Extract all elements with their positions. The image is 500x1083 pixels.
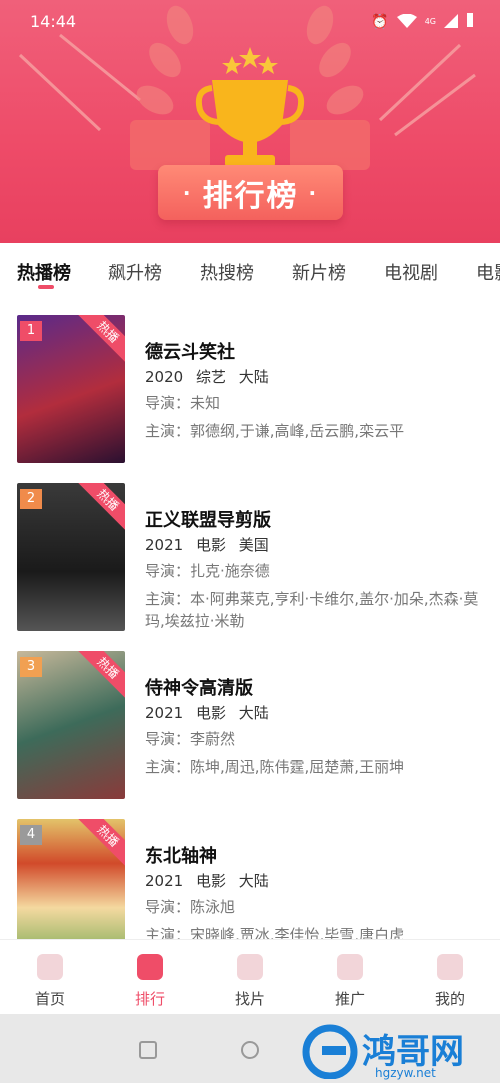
- item-year: 2020: [145, 368, 184, 386]
- item-title[interactable]: 正义联盟导剪版: [145, 506, 271, 532]
- tab-tv-series[interactable]: 电视剧: [384, 259, 438, 285]
- crown-icon: [137, 954, 163, 980]
- poster-image[interactable]: 1 热播: [17, 315, 125, 463]
- item-title[interactable]: 德云斗笑社: [145, 338, 235, 364]
- tab-hot-play[interactable]: 热播榜: [17, 259, 71, 285]
- item-cast: 主演：宋晓峰,贾冰,李佳怡,毕雪,唐白虎: [145, 926, 405, 939]
- watermark-logo-icon: [302, 1024, 358, 1079]
- hot-badge: 热播: [76, 483, 125, 532]
- banner-dot: ·: [182, 180, 193, 205]
- item-region: 美国: [238, 536, 269, 554]
- item-cast: 主演：郭德纲,于谦,高峰,岳云鹏,栾云平: [145, 422, 405, 440]
- list-item[interactable]: 3 热播 侍神令高清版 2021 电影 大陆 导演：李蔚然 主演：陈坤,周迅,陈…: [0, 634, 500, 799]
- poster-image[interactable]: 4 热播: [17, 819, 125, 939]
- watermark-url: hgzyw.net: [375, 1066, 436, 1080]
- home-icon: [37, 954, 63, 980]
- item-genre: 电影: [195, 536, 226, 554]
- nav-home[interactable]: 首页: [0, 940, 100, 1015]
- nav-label: 推广: [334, 990, 365, 1008]
- list-item[interactable]: 4 热播 东北轴神 2021 电影 大陆 导演：陈泳旭 主演：宋晓峰,贾冰,李佳…: [0, 802, 500, 939]
- hot-badge: 热播: [76, 651, 125, 700]
- item-region: 大陆: [238, 704, 269, 722]
- item-genre: 综艺: [195, 368, 226, 386]
- hero-header: 14:44 ⏰ 4G · 排行榜 ·: [0, 0, 500, 243]
- item-director: 导演：未知: [145, 394, 221, 412]
- item-year: 2021: [145, 872, 184, 890]
- tab-hot-search[interactable]: 热搜榜: [200, 259, 254, 285]
- rank-number: 1: [20, 321, 42, 341]
- recents-button[interactable]: [139, 1041, 157, 1059]
- wifi-icon: [396, 13, 417, 32]
- poster-image[interactable]: 3 热播: [17, 651, 125, 799]
- battery-icon: [466, 12, 474, 32]
- tab-movie[interactable]: 电影: [476, 259, 500, 285]
- nav-label: 我的: [434, 990, 465, 1008]
- poster-image[interactable]: 2 热播: [17, 483, 125, 631]
- rank-number: 2: [20, 489, 42, 509]
- status-time: 14:44: [30, 12, 77, 31]
- watermark: 鸿哥网 hgzyw.net: [300, 1024, 490, 1082]
- item-year: 2021: [145, 704, 184, 722]
- item-year: 2021: [145, 536, 184, 554]
- user-icon: [437, 954, 463, 980]
- hot-badge: 热播: [76, 819, 125, 868]
- network-type: 4G: [424, 17, 436, 26]
- rank-number: 4: [20, 825, 42, 845]
- bottom-nav: 首页 排行 找片 推广 我的: [0, 939, 500, 1014]
- nav-find[interactable]: 找片: [200, 940, 300, 1015]
- item-genre: 电影: [195, 704, 226, 722]
- item-title[interactable]: 东北轴神: [145, 842, 217, 868]
- ranking-tabs: 热播榜 飙升榜 热搜榜 新片榜 电视剧 电影: [0, 243, 500, 298]
- rank-number: 3: [20, 657, 42, 677]
- home-button[interactable]: [241, 1041, 259, 1059]
- ranking-banner: · 排行榜 ·: [158, 165, 343, 220]
- item-meta: 2021 电影 大陆: [145, 702, 277, 723]
- nav-ranking[interactable]: 排行: [100, 940, 200, 1015]
- signal-icon: [444, 13, 458, 32]
- banner-dot: ·: [308, 180, 319, 205]
- item-cast: 主演：本·阿弗莱克,亨利·卡维尔,盖尔·加朵,杰森·莫玛,埃兹拉·米勒: [145, 590, 479, 630]
- send-icon: [337, 954, 363, 980]
- tab-new[interactable]: 新片榜: [292, 259, 346, 285]
- item-region: 大陆: [238, 872, 269, 890]
- video-icon: [237, 954, 263, 980]
- item-director: 导演：陈泳旭: [145, 898, 236, 916]
- list-item[interactable]: 2 热播 正义联盟导剪版 2021 电影 美国 导演：扎克·施奈德 主演：本·阿…: [0, 466, 500, 631]
- item-meta: 2021 电影 美国: [145, 534, 277, 555]
- item-region: 大陆: [238, 368, 269, 386]
- nav-label: 找片: [234, 990, 265, 1008]
- item-meta: 2021 电影 大陆: [145, 870, 277, 891]
- alarm-icon: ⏰: [371, 14, 389, 30]
- nav-label: 首页: [34, 990, 65, 1008]
- tab-rising[interactable]: 飙升榜: [108, 259, 162, 285]
- nav-profile[interactable]: 我的: [400, 940, 500, 1015]
- nav-promote[interactable]: 推广: [300, 940, 400, 1015]
- trophy-icon: [195, 80, 305, 167]
- item-cast: 主演：陈坤,周迅,陈伟霆,屈楚萧,王丽坤: [145, 758, 405, 776]
- ranking-list: 1 热播 德云斗笑社 2020 综艺 大陆 导演：未知 主演：郭德纲,于谦,高峰…: [0, 298, 500, 939]
- item-director: 导演：李蔚然: [145, 730, 236, 748]
- item-director: 导演：扎克·施奈德: [145, 562, 270, 580]
- system-nav-bar: 鸿哥网 hgzyw.net: [0, 1014, 500, 1083]
- nav-label: 排行: [134, 990, 165, 1008]
- item-meta: 2020 综艺 大陆: [145, 366, 277, 387]
- hot-badge: 热播: [76, 315, 125, 364]
- active-tab-indicator: [38, 285, 54, 289]
- list-item[interactable]: 1 热播 德云斗笑社 2020 综艺 大陆 导演：未知 主演：郭德纲,于谦,高峰…: [0, 298, 500, 463]
- page-title: 排行榜: [202, 178, 299, 214]
- item-title[interactable]: 侍神令高清版: [145, 674, 253, 700]
- status-bar: 14:44 ⏰ 4G: [0, 0, 500, 44]
- item-genre: 电影: [195, 872, 226, 890]
